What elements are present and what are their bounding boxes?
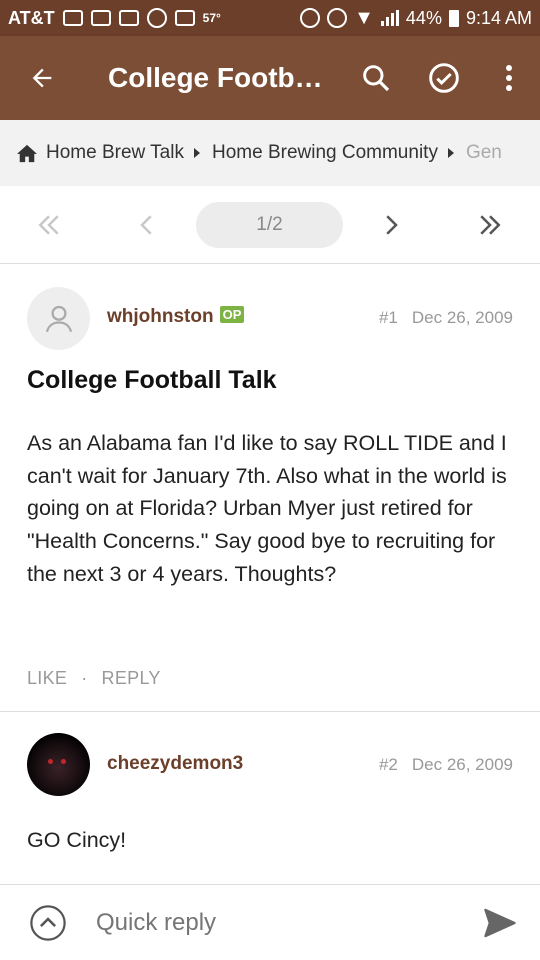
chevron-right-icon xyxy=(193,148,200,158)
bluetooth-icon xyxy=(300,8,321,28)
next-page-button[interactable] xyxy=(366,200,416,250)
avatar-eye xyxy=(48,759,53,764)
chevron-up-circle-icon xyxy=(30,904,66,941)
chevron-right-icon xyxy=(447,148,454,158)
back-button[interactable] xyxy=(0,36,84,120)
page-indicator[interactable]: 1/2 xyxy=(196,202,343,248)
send-icon xyxy=(484,908,516,937)
post-number[interactable]: #2 xyxy=(379,755,398,774)
post-username[interactable]: cheezydemon3 xyxy=(107,753,243,775)
more-vert-icon xyxy=(506,65,512,91)
send-button[interactable] xyxy=(460,885,540,960)
post-2: cheezydemon3 #2 Dec 26, 2009 GO Cincy! xyxy=(0,712,540,884)
previous-page-button[interactable] xyxy=(122,200,172,250)
temperature-label: 57° xyxy=(202,11,221,25)
double-chevron-right-icon xyxy=(480,215,501,235)
user-icon xyxy=(45,305,72,332)
like-button[interactable]: LIKE xyxy=(27,668,67,688)
carrier-label: AT&T xyxy=(8,7,55,28)
last-page-button[interactable] xyxy=(465,200,515,250)
username-text[interactable]: cheezydemon3 xyxy=(107,753,243,774)
post-body: As an Alabama fan I'd like to say ROLL T… xyxy=(27,431,507,586)
check-circle-icon xyxy=(429,63,459,93)
post-body: GO Cincy! xyxy=(27,828,127,852)
action-separator: · xyxy=(81,668,88,688)
gallery-icon xyxy=(90,10,111,26)
mark-read-button[interactable] xyxy=(410,36,478,120)
voicemail-icon xyxy=(174,10,195,26)
chevron-left-icon xyxy=(140,215,152,235)
post-date: Dec 26, 2009 xyxy=(411,308,513,327)
first-page-button[interactable] xyxy=(24,200,74,250)
app-bar: College Footb… xyxy=(0,36,540,120)
wifi-icon: ▼ xyxy=(354,6,374,29)
quick-reply-bar xyxy=(0,884,540,960)
chat-icon xyxy=(146,8,167,28)
thread-title: College Football Talk xyxy=(27,366,277,394)
breadcrumb-item-home-brew-talk[interactable]: Home Brew Talk xyxy=(46,142,184,164)
post-1: whjohnston OP #1 Dec 26, 2009 College Foot… xyxy=(0,264,540,711)
status-bar: AT&T 57° ▼ 44% 9:14 AM xyxy=(0,0,540,36)
breadcrumb-item-general[interactable]: Gen xyxy=(466,142,502,164)
breadcrumb: Home Brew Talk Home Brewing Community Ge… xyxy=(0,120,540,186)
username-text[interactable]: whjohnston xyxy=(107,306,214,327)
home-icon[interactable] xyxy=(16,143,38,163)
post-number[interactable]: #1 xyxy=(379,308,398,327)
battery-percent: 44% xyxy=(405,7,442,28)
page-title: College Footb… xyxy=(108,62,323,93)
double-chevron-left-icon xyxy=(38,215,59,235)
breadcrumb-item-community[interactable]: Home Brewing Community xyxy=(212,142,438,164)
alarm-icon xyxy=(327,8,348,28)
post-meta: #1 Dec 26, 2009 xyxy=(379,308,513,328)
gmail-icon xyxy=(118,10,139,26)
clock-time: 9:14 AM xyxy=(465,7,532,28)
overflow-menu-button[interactable] xyxy=(478,36,540,120)
reply-button[interactable]: REPLY xyxy=(102,668,161,688)
post-meta: #2 Dec 26, 2009 xyxy=(379,755,513,775)
avatar[interactable] xyxy=(27,733,90,796)
messages-icon xyxy=(62,10,83,26)
avatar-eye xyxy=(61,759,66,764)
post-date: Dec 26, 2009 xyxy=(411,755,513,774)
signal-icon xyxy=(380,10,399,26)
pagination: 1/2 xyxy=(0,186,540,264)
search-button[interactable] xyxy=(342,36,410,120)
op-badge: OP xyxy=(219,306,245,323)
quick-reply-input[interactable] xyxy=(96,908,460,937)
search-icon xyxy=(363,65,390,92)
post-username[interactable]: whjohnston OP xyxy=(107,306,245,328)
chevron-right-icon xyxy=(386,215,398,235)
expand-reply-button[interactable] xyxy=(0,885,96,960)
post-actions: LIKE · REPLY xyxy=(27,668,161,689)
battery-icon xyxy=(448,9,459,27)
avatar[interactable] xyxy=(27,287,90,350)
back-arrow-icon xyxy=(32,68,52,88)
